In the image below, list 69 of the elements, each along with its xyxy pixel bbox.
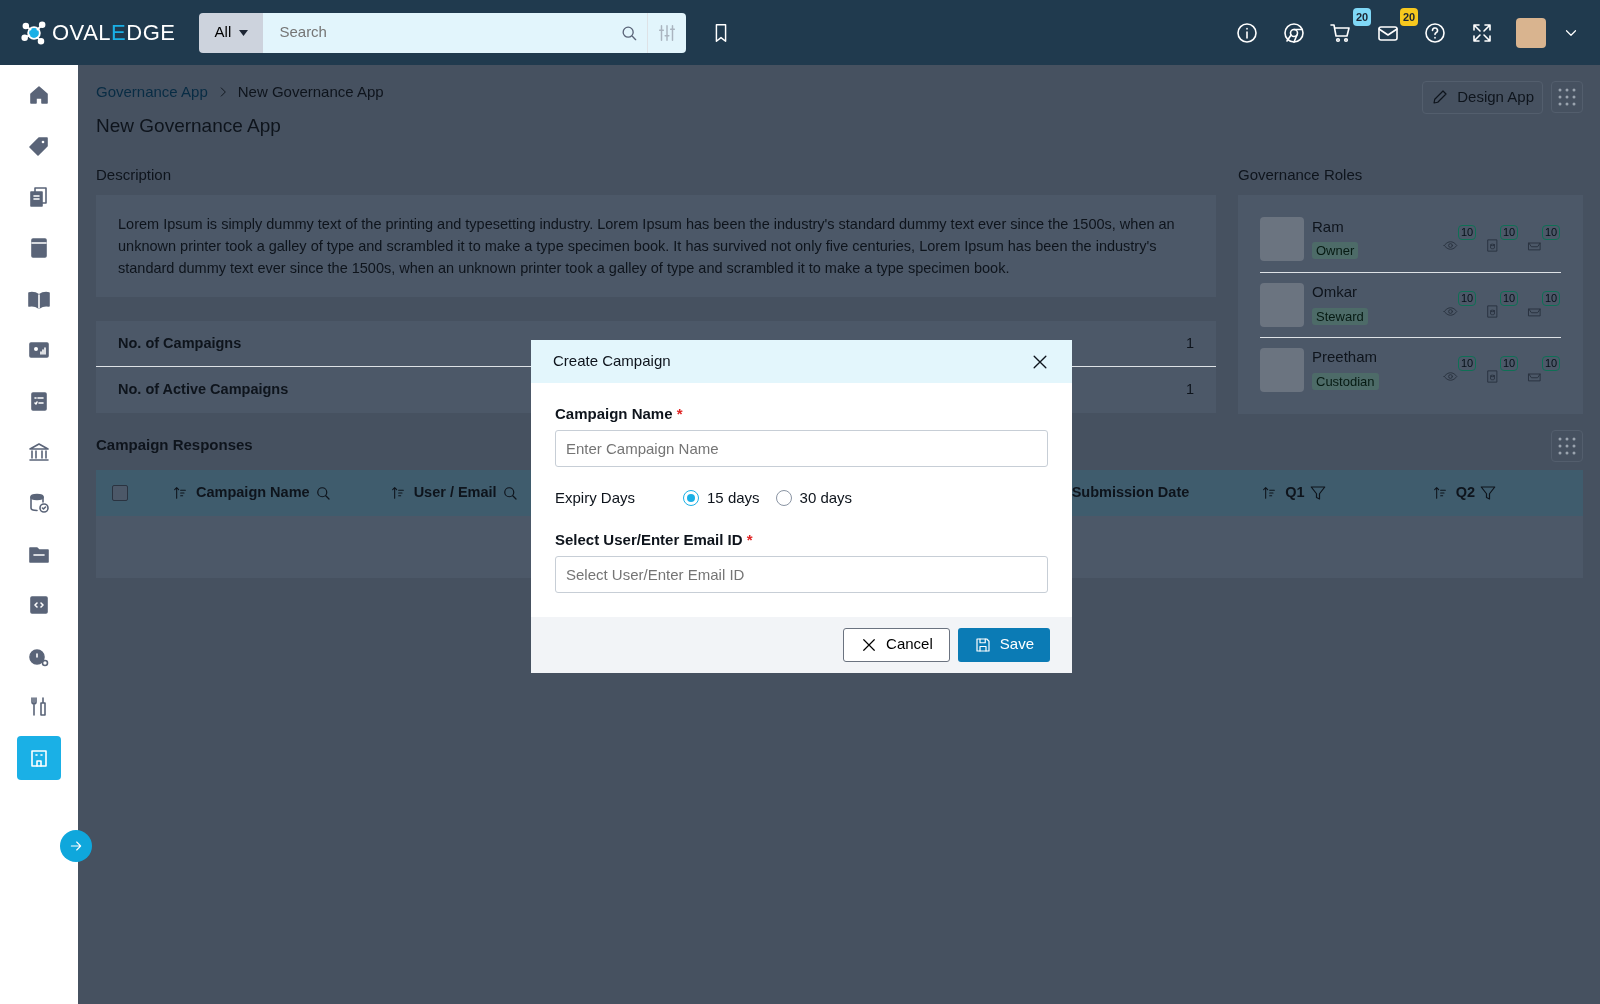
- home-icon: [27, 83, 51, 107]
- description-text: Lorem Ipsum is simply dummy text of the printing and typesetting industry. Lorem Ipsum has been the industry's standard dummy text ever since the 1500s, when an unknown printer took a galley of type and scrambled it to make a type specimen book. It has survived not only five centuries, Lorem Ipsum has been the industry's standard dummy text ever since the 1500s, when an unknown printer took a galley of type and scrambled it to make a type specimen book.: [96, 194, 1216, 297]
- radio-option[interactable]: 30 days: [775, 486, 853, 509]
- column-label: User / Email: [413, 482, 497, 502]
- arrow-right-icon: [68, 838, 84, 854]
- sort-icon[interactable]: [1431, 484, 1448, 501]
- radio-option[interactable]: 15 days: [683, 486, 760, 509]
- count-badge: 10: [1500, 225, 1519, 240]
- role-tag: Custodian: [1312, 372, 1379, 390]
- count-badge: 10: [1542, 290, 1561, 306]
- field-label: Select User/Enter Email ID *: [555, 530, 754, 550]
- count-badge: 10: [1500, 290, 1519, 306]
- stat-value: 1: [1185, 333, 1194, 353]
- sort-icon[interactable]: [389, 484, 406, 501]
- code-icon: [27, 593, 51, 617]
- breadcrumb-current: New Governance App: [237, 82, 384, 102]
- stat-label: No. of Campaigns: [118, 333, 242, 353]
- member-name: Preetham: [1312, 347, 1379, 368]
- scope-dropdown[interactable]: All: [199, 12, 264, 53]
- stat-label: No. of Active Campaigns: [118, 380, 289, 400]
- save-icon: [973, 635, 992, 654]
- grid-menu-button[interactable]: [1551, 81, 1583, 113]
- search-field[interactable]: Search: [263, 12, 612, 53]
- count-badge: 10: [1458, 225, 1477, 240]
- section-title: Campaign Responses: [96, 435, 253, 456]
- info-icon[interactable]: [1235, 20, 1259, 45]
- caret-icon: [239, 29, 249, 36]
- section-label: Description: [96, 165, 173, 185]
- count-badge: 20: [1353, 7, 1372, 26]
- filter-icon[interactable]: [1308, 483, 1327, 502]
- field-label: Expiry Days: [555, 487, 636, 508]
- sort-icon[interactable]: [172, 484, 188, 501]
- avatar-placeholder: [1260, 282, 1304, 327]
- save-button[interactable]: Save: [957, 627, 1050, 662]
- grid-menu-button[interactable]: [1551, 429, 1583, 462]
- avatar-placeholder: [1260, 347, 1304, 392]
- input-field[interactable]: Select User/Enter Email ID: [555, 555, 1048, 593]
- column-label: Q2: [1455, 482, 1475, 502]
- help-icon[interactable]: [1423, 20, 1447, 45]
- tag-icon: [27, 134, 51, 158]
- member-name: Ram: [1312, 216, 1345, 237]
- role-tag: Owner: [1312, 242, 1359, 260]
- logo-text: OVALEDGE: [52, 19, 176, 47]
- count-badge: 10: [1500, 355, 1519, 371]
- count-badge: 10: [1458, 355, 1477, 371]
- column-label: Q1: [1285, 482, 1305, 502]
- member-name: Omkar: [1312, 282, 1358, 303]
- input-field[interactable]: Enter Campaign Name: [555, 429, 1048, 467]
- stat-value: 1: [1185, 380, 1194, 400]
- count-badge: 10: [1542, 225, 1561, 240]
- role-tag: Steward: [1312, 307, 1368, 325]
- avatar-placeholder: [1260, 217, 1304, 261]
- page-title: New Governance App: [96, 113, 282, 138]
- cancel-button[interactable]: Cancel: [843, 627, 950, 662]
- count-badge: 10: [1458, 290, 1477, 306]
- count-badge: 20: [1400, 7, 1419, 26]
- database-icon: [27, 491, 51, 515]
- filter-icon[interactable]: [1478, 483, 1497, 502]
- bank-icon: [27, 440, 51, 464]
- field-label: Campaign Name *: [555, 404, 684, 424]
- column-label: Campaign Name: [196, 482, 310, 502]
- dots-grid-icon: [1556, 86, 1578, 108]
- column-label: Submission Date: [1071, 482, 1190, 502]
- checkbox[interactable]: [112, 484, 128, 501]
- user-avatar[interactable]: [1516, 17, 1546, 48]
- dialog-title: Create Campaign: [553, 351, 671, 372]
- sort-icon[interactable]: [1261, 484, 1278, 501]
- section-label: Governance Roles: [1238, 165, 1364, 185]
- count-badge: 10: [1542, 355, 1561, 371]
